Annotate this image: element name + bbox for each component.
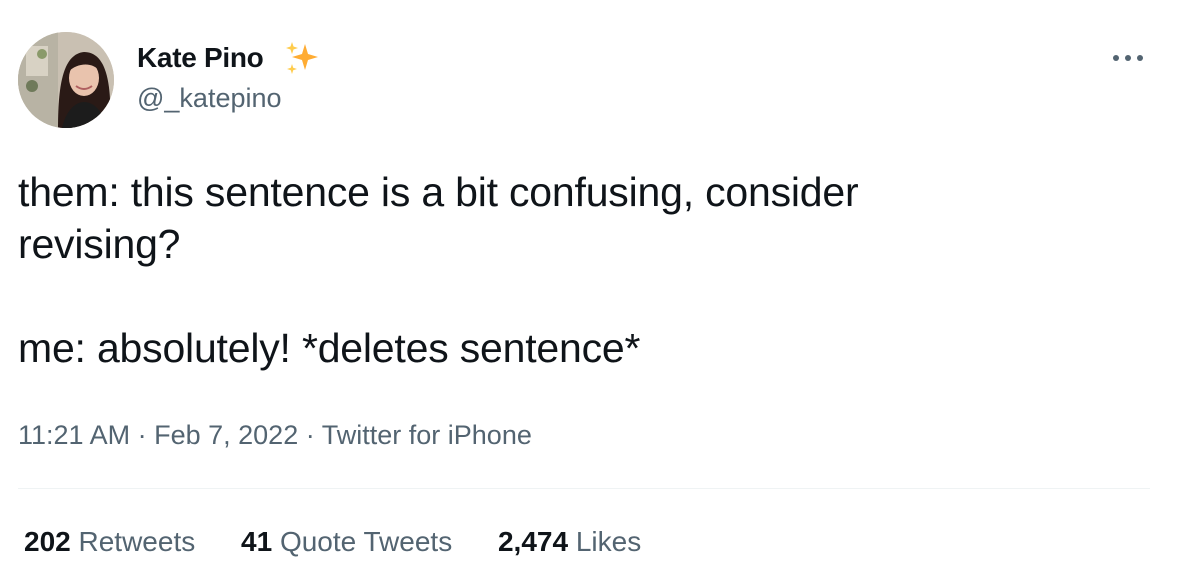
tweet-source[interactable]: Twitter for iPhone — [322, 420, 532, 450]
likes-label: Likes — [575, 526, 642, 557]
quote-tweets-label: Quote Tweets — [279, 526, 453, 557]
retweets-count: 202 — [24, 526, 71, 557]
retweets-stat[interactable]: 202 Retweets — [24, 526, 195, 558]
tweet-text: them: this sentence is a bit confusing, … — [18, 166, 1138, 374]
author-handle[interactable]: @_katepino — [137, 83, 282, 114]
likes-stat[interactable]: 2,474 Likes — [498, 526, 641, 558]
tweet-time[interactable]: 11:21 AM — [18, 420, 130, 450]
author-display-name[interactable]: Kate Pino — [137, 42, 264, 74]
tweet-date[interactable]: Feb 7, 2022 — [154, 420, 298, 450]
quote-tweets-count: 41 — [241, 526, 273, 557]
likes-count: 2,474 — [497, 526, 569, 557]
tweet-stats: 202 Retweets 41 Quote Tweets 2,474 Likes — [24, 526, 679, 558]
separator-dot: · — [305, 420, 315, 450]
tweet-text-line: me: absolutely! *deletes sentence* — [18, 325, 641, 371]
avatar[interactable] — [18, 32, 114, 128]
retweets-label: Retweets — [78, 526, 196, 557]
meta-separator: · — [306, 420, 322, 450]
separator-dot: · — [137, 420, 147, 450]
avatar-image — [18, 32, 114, 128]
tweet-card: Kate Pino @_katepino them: this sentence… — [0, 0, 1180, 588]
tweet-text-line: revising? — [18, 221, 181, 267]
tweet-meta: 11:21 AM · Feb 7, 2022 · Twitter for iPh… — [18, 420, 532, 451]
more-options-icon[interactable] — [1110, 48, 1146, 68]
quote-tweets-stat[interactable]: 41 Quote Tweets — [241, 526, 452, 558]
divider — [18, 488, 1150, 489]
meta-separator: · — [138, 420, 155, 450]
sparkles-icon — [286, 42, 318, 74]
tweet-text-line: them: this sentence is a bit confusing, … — [18, 169, 859, 215]
